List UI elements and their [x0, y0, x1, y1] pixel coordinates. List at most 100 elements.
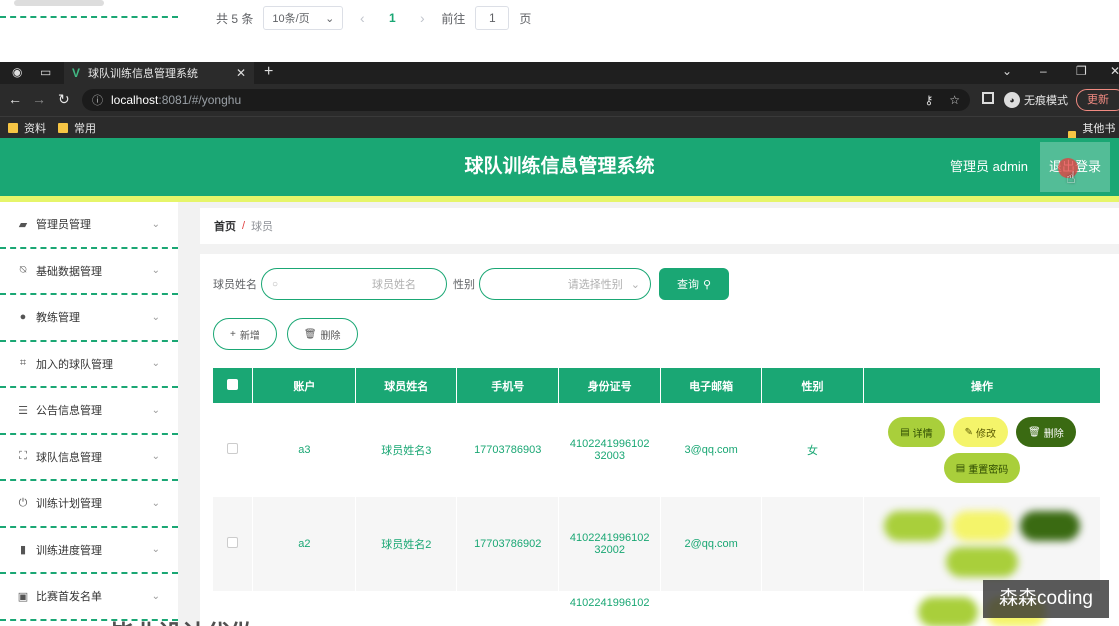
- sidebar-item-basic-data[interactable]: ⍉ 基础数据管理 ⌄: [0, 249, 178, 295]
- table-row: 4102241996102: [213, 591, 1102, 626]
- sidebar-item-team-info[interactable]: ⛶ 球队信息管理 ⌄: [0, 435, 178, 481]
- breadcrumb-home[interactable]: 首页: [214, 218, 236, 234]
- edit-button[interactable]: ✎ 修改: [952, 417, 1009, 447]
- players-table: 账户 球员姓名 手机号 身份证号 电子邮箱 性别 操作 a3 球员姓名3 177…: [213, 368, 1102, 626]
- url-input[interactable]: ⓘ localhost :8081/#/yonghu ⚷ ☆: [82, 89, 970, 111]
- power-icon: ⏻: [18, 496, 28, 509]
- player-name-cell: 球员姓名2: [355, 497, 458, 591]
- page-size-value: 10条/页: [272, 13, 310, 25]
- breadcrumb-separator: /: [242, 220, 246, 232]
- batch-delete-button[interactable]: 🗑 删除: [286, 318, 358, 350]
- sidebar-item-notice[interactable]: ☰ 公告信息管理 ⌄: [0, 388, 178, 435]
- player-name-input[interactable]: ○ 球员姓名: [261, 268, 447, 300]
- bar-chart-icon: ▮: [19, 544, 27, 557]
- column-header: 电子邮箱: [660, 368, 763, 403]
- browser-menu-icon[interactable]: ◉: [12, 65, 22, 79]
- star-icon[interactable]: ☆: [949, 93, 960, 107]
- forward-arrow-icon[interactable]: →: [32, 91, 46, 107]
- bookmark-folder-0[interactable]: 资料: [8, 120, 46, 136]
- main-area: 首页 / 球员 球员姓名 ○ 球员姓名 性别 请选择性别 ⌄ 查询 ⚲ + 新增…: [200, 208, 1119, 626]
- phone-cell: 17703786903: [456, 403, 560, 497]
- gender-cell: [761, 497, 864, 591]
- reload-icon[interactable]: ↻: [58, 91, 70, 108]
- reset-label: 重置密码: [968, 464, 1009, 476]
- next-page-button[interactable]: ›: [413, 10, 431, 26]
- id-number-cell: 4102241996102 32002: [558, 497, 662, 591]
- sidebar-item-training-progress[interactable]: ▮ 训练进度管理 ⌄: [0, 528, 178, 574]
- plus-icon: +: [230, 328, 236, 340]
- url-path: :8081/#/yonghu: [158, 93, 242, 107]
- detail-label: 详情: [912, 428, 933, 440]
- user-icon: ●: [19, 311, 27, 324]
- mouse-pointer-icon: ☝: [1066, 170, 1076, 187]
- add-button[interactable]: + 新增: [213, 318, 277, 350]
- bell-off-icon: ⍉: [19, 264, 27, 277]
- select-all-cell[interactable]: [213, 368, 254, 403]
- player-name-placeholder: 球员姓名: [372, 279, 416, 291]
- incognito-indicator[interactable]: ◕ 无痕模式: [1004, 92, 1068, 108]
- reset-password-button[interactable]: [945, 547, 1018, 577]
- sidebar-item-admin[interactable]: ▰ 管理员管理 ⌄: [0, 202, 178, 249]
- bookmark-folder-1[interactable]: 常用: [58, 120, 96, 136]
- prev-page-button[interactable]: ‹: [353, 10, 371, 26]
- minimize-icon[interactable]: –: [1040, 64, 1047, 78]
- sidebar-item-joined-team[interactable]: ⌗ 加入的球队管理 ⌄: [0, 342, 178, 388]
- breadcrumb: 首页 / 球员: [200, 208, 1119, 244]
- goto-label: 前往: [441, 11, 466, 26]
- chevron-down-icon: ⌄: [151, 358, 160, 370]
- phone-cell: 17703786902: [456, 497, 560, 591]
- sidebar-item-training-plan[interactable]: ⏻ 训练计划管理 ⌄: [0, 481, 178, 528]
- sidebar: ▰ 管理员管理 ⌄ ⍉ 基础数据管理 ⌄ ● 教练管理 ⌄ ⌗ 加入的球队管理 ⌄ ☰ 公告信息管…: [0, 202, 178, 626]
- key-icon[interactable]: ⚷: [924, 93, 933, 107]
- sidebar-item-label: 基础数据管理: [36, 265, 102, 278]
- chevron-down-icon: ⌄: [151, 544, 160, 556]
- chevron-down-icon: ⌄: [325, 12, 335, 25]
- sidebar-item-label: 公告信息管理: [36, 405, 102, 418]
- document-icon: ▤: [900, 426, 910, 438]
- page-number[interactable]: 1: [381, 11, 403, 25]
- back-arrow-icon[interactable]: ←: [8, 91, 22, 107]
- gender-select[interactable]: 请选择性别 ⌄: [479, 268, 651, 300]
- side-panel-icon[interactable]: [982, 92, 994, 104]
- id-number-line: 32003: [594, 450, 625, 462]
- action-bar: + 新增 🗑 删除: [213, 318, 358, 350]
- vue-logo-icon: V: [72, 66, 81, 80]
- gender-placeholder: 请选择性别: [567, 279, 623, 291]
- query-button[interactable]: 查询 ⚲: [659, 268, 729, 300]
- detail-button[interactable]: [883, 511, 944, 541]
- chevron-down-icon: ⌄: [151, 590, 160, 602]
- select-all-checkbox[interactable]: [227, 378, 239, 390]
- sidebar-item-coach[interactable]: ● 教练管理 ⌄: [0, 295, 178, 342]
- detail-button[interactable]: ▤ 详情: [888, 417, 945, 447]
- blurred-operations: [872, 511, 1092, 577]
- update-button[interactable]: 更新: [1076, 89, 1119, 111]
- delete-button[interactable]: 🗑 删除: [1016, 417, 1076, 447]
- chevron-down-icon[interactable]: ⌄: [1002, 64, 1012, 78]
- sidebar-item-label: 教练管理: [36, 312, 80, 325]
- id-number-cell: 4102241996102 32003: [558, 403, 662, 497]
- row-checkbox[interactable]: [227, 537, 239, 548]
- browser-tab[interactable]: V 球队训练信息管理系统 ✕: [64, 62, 254, 84]
- page-size-select[interactable]: 10条/页 ⌄: [263, 6, 344, 30]
- edit-button[interactable]: [951, 511, 1012, 541]
- tab-search-icon[interactable]: ▭: [40, 65, 51, 79]
- row-checkbox[interactable]: [227, 443, 239, 454]
- window-close-icon[interactable]: ✕: [1110, 64, 1119, 78]
- gender-label: 性别: [453, 279, 475, 291]
- goto-page-input[interactable]: 1: [475, 6, 510, 30]
- bookmark-label: 资料: [24, 123, 46, 135]
- reset-password-button[interactable]: ▤ 重置密码: [943, 453, 1021, 483]
- admin-label: 管理员 admin: [950, 159, 1029, 174]
- tab-title: 球队训练信息管理系统: [88, 68, 199, 80]
- content-card: 球员姓名 ○ 球员姓名 性别 请选择性别 ⌄ 查询 ⚲ + 新增 🗑 删除 账户…: [200, 254, 1119, 626]
- column-header: 性别: [761, 368, 864, 403]
- delete-button[interactable]: [1019, 511, 1080, 541]
- new-tab-icon[interactable]: +: [264, 63, 273, 81]
- column-header: 球员姓名: [355, 368, 458, 403]
- watermark: 森森coding: [983, 580, 1109, 618]
- detail-button[interactable]: [917, 597, 978, 626]
- info-icon: ⓘ: [92, 95, 103, 107]
- id-number-line: 32002: [594, 544, 625, 556]
- maximize-icon[interactable]: ❐: [1076, 64, 1087, 78]
- close-icon[interactable]: ✕: [236, 66, 246, 80]
